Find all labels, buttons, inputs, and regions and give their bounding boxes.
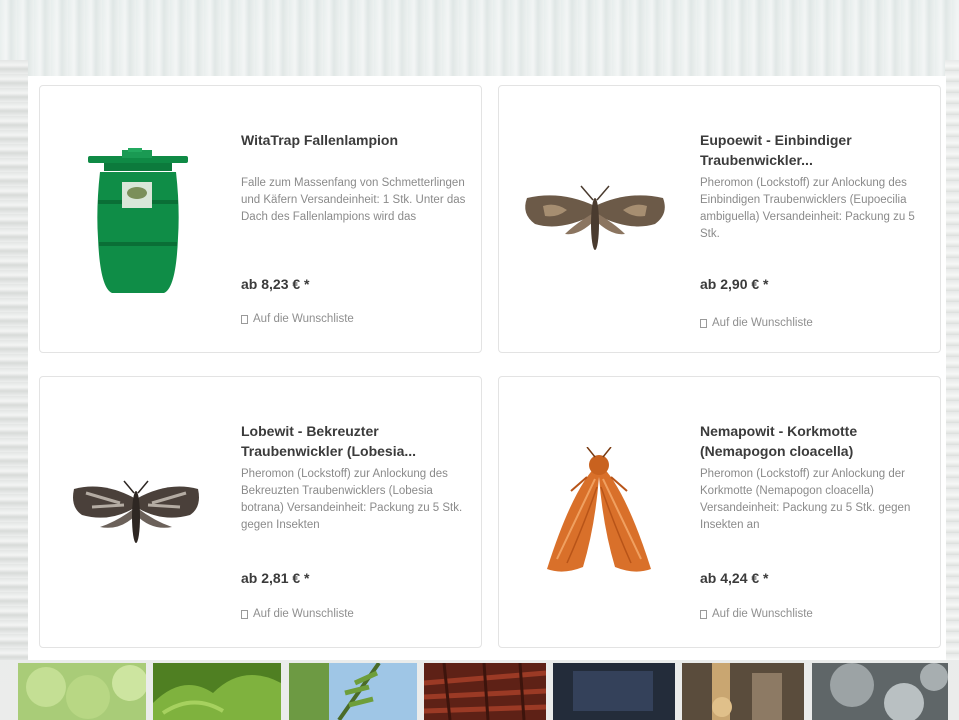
grey-spheres-thumbnail[interactable]	[812, 663, 948, 720]
product-description: Falle zum Massenfang von Schmetterlingen…	[241, 177, 466, 223]
wishlist-label[interactable]: Auf die Wunschliste	[712, 317, 813, 329]
wishlist-link[interactable]: Auf die Wunschliste	[241, 313, 354, 325]
wishlist-label[interactable]: Auf die Wunschliste	[712, 608, 813, 620]
product-title[interactable]: WitaTrap Fallenlampion	[241, 130, 473, 150]
wishlist-label[interactable]: Auf die Wunschliste	[253, 313, 354, 325]
brown-moth-icon[interactable]	[521, 184, 669, 254]
product-description: Pheromon (Lockstoff) zur Anlockung des E…	[700, 177, 915, 240]
wishlist-link[interactable]: Auf die Wunschliste	[700, 608, 813, 620]
product-price: ab 8,23 € *	[241, 276, 310, 292]
product-price: ab 4,24 € *	[700, 570, 769, 586]
orange-moth-icon[interactable]	[543, 447, 655, 579]
product-description: Pheromon (Lockstoff) zur Anlockung des B…	[241, 468, 463, 531]
bookmark-icon	[700, 318, 707, 328]
bookmark-icon	[241, 609, 248, 619]
background-texture-left	[0, 60, 28, 660]
product-card[interactable]: Eupoewit - Einbindiger Traubenwickler...…	[498, 85, 941, 353]
wishlist-label[interactable]: Auf die Wunschliste	[253, 608, 354, 620]
product-card[interactable]: Lobewit - Bekreuzter Traubenwickler (Lob…	[39, 376, 482, 648]
background-texture-right	[945, 60, 959, 660]
bookmark-icon	[241, 314, 248, 324]
category-thumbnail-strip	[0, 663, 959, 720]
product-title[interactable]: Nemapowit - Korkmotte (Nemapogon cloacel…	[700, 421, 932, 461]
product-title[interactable]: Lobewit - Bekreuzter Traubenwickler (Lob…	[241, 421, 473, 461]
vine-sky-thumbnail[interactable]	[289, 663, 417, 720]
green-trap-lantern-icon[interactable]	[88, 148, 194, 296]
green-leaves-thumbnail[interactable]	[153, 663, 281, 720]
bookmark-icon	[700, 609, 707, 619]
product-title[interactable]: Eupoewit - Einbindiger Traubenwickler...	[700, 130, 932, 170]
product-price: ab 2,90 € *	[700, 276, 769, 292]
product-price: ab 2,81 € *	[241, 570, 310, 586]
green-grapes-thumbnail[interactable]	[18, 663, 146, 720]
dark-blue-thumbnail[interactable]	[553, 663, 675, 720]
product-card[interactable]: Nemapowit - Korkmotte (Nemapogon cloacel…	[498, 376, 941, 648]
wishlist-link[interactable]: Auf die Wunschliste	[700, 317, 813, 329]
product-card[interactable]: WitaTrap Fallenlampion Falle zum Massenf…	[39, 85, 482, 353]
wishlist-link[interactable]: Auf die Wunschliste	[241, 608, 354, 620]
red-wood-thumbnail[interactable]	[424, 663, 546, 720]
grey-moth-icon[interactable]	[70, 479, 202, 549]
wood-structure-thumbnail[interactable]	[682, 663, 804, 720]
product-description: Pheromon (Lockstoff) zur Anlockung der K…	[700, 468, 911, 531]
background-texture-top	[0, 0, 959, 80]
